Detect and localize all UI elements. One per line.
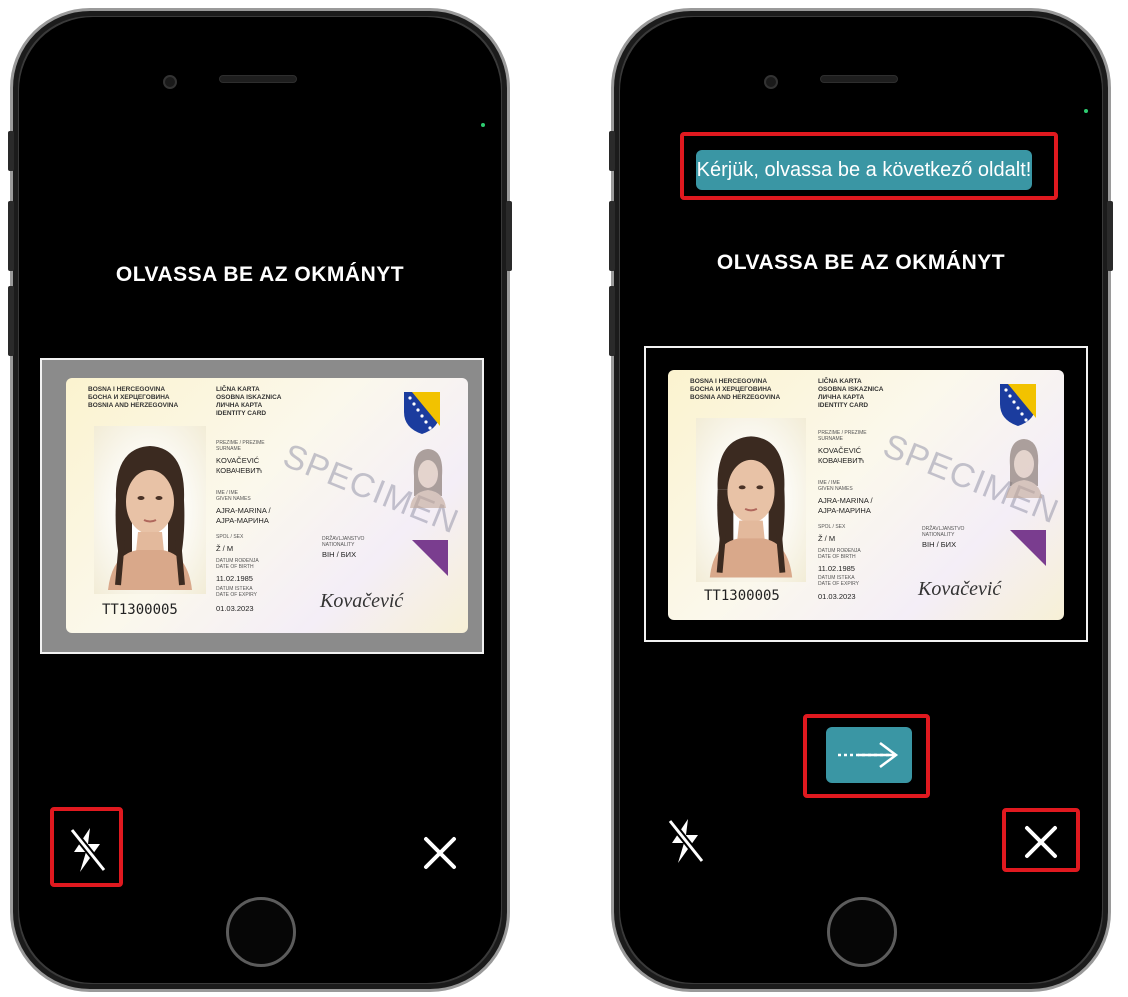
coat-of-arms-icon	[1000, 384, 1036, 426]
nationality-value: BIH / БИХ	[922, 540, 957, 549]
front-camera	[764, 75, 778, 89]
birth-date-label: DATUM ROĐENJA DATE OF BIRTH	[818, 548, 861, 560]
close-icon[interactable]	[423, 836, 457, 870]
phone-mockup-right: Kérjük, olvassa be a következő oldalt! O…	[609, 8, 1113, 992]
status-indicator	[481, 123, 485, 127]
ghost-portrait	[1006, 439, 1042, 498]
document-number: TT1300005	[102, 602, 178, 618]
volume-up-button	[8, 201, 14, 271]
nationality-label: DRŽAVLJANSTVO NATIONALITY	[322, 536, 365, 548]
coat-of-arms-icon	[404, 392, 440, 434]
mute-switch	[8, 131, 14, 171]
surname-value: KOVAČEVIĆ КОВАЧЕВИЋ	[216, 456, 263, 475]
id-card: BOSNA I HERCEGOVINA БОСНА И ХЕРЦЕГОВИНА …	[66, 378, 468, 633]
birth-date-label: DATUM ROĐENJA DATE OF BIRTH	[216, 558, 259, 570]
notice-highlight	[680, 132, 1058, 200]
id-card-header: LIČNA KARTA OSOBNA ISKAZNICA ЛИЧНА КАРТА…	[216, 386, 282, 417]
portrait-photo	[108, 446, 192, 590]
ghost-portrait	[410, 449, 446, 508]
given-names-label: IME / IME GIVEN NAMES	[818, 480, 853, 492]
id-card-header: LIČNA KARTA OSOBNA ISKAZNICA ЛИЧНА КАРТА…	[818, 378, 884, 409]
sex-value: Ž / M	[818, 534, 836, 543]
birth-date-value: 11.02.1985	[818, 564, 855, 573]
nationality-label: DRŽAVLJANSTVO NATIONALITY	[922, 526, 965, 538]
id-country-header: BOSNA I HERCEGOVINA БОСНА И ХЕРЦЕГОВИНА …	[88, 386, 179, 409]
earpiece-speaker	[820, 75, 898, 83]
phone-mockup-left: OLVASSA BE AZ OKMÁNYT BOSNA I HERCEGOVIN…	[8, 8, 512, 992]
surname-value: KOVAČEVIĆ КОВАЧЕВИЋ	[818, 446, 865, 465]
signature: Kovačević	[320, 590, 404, 612]
sex-value: Ž / M	[216, 544, 234, 553]
mute-switch	[609, 131, 615, 171]
close-button-highlight	[1002, 808, 1080, 872]
sex-label: SPOL / SEX	[818, 524, 846, 530]
surname-label: PREZIME / PREZIME SURNAME	[818, 430, 867, 442]
home-button	[226, 897, 296, 967]
sex-label: SPOL / SEX	[216, 534, 244, 540]
portrait-photo	[709, 436, 793, 578]
purple-triangle	[412, 540, 448, 576]
front-camera	[163, 75, 177, 89]
signature: Kovačević	[918, 578, 1002, 600]
nationality-value: BIH / БИХ	[322, 550, 357, 559]
expiry-date-value: 01.03.2023	[216, 604, 254, 613]
flash-off-icon[interactable]	[666, 817, 706, 865]
earpiece-speaker	[219, 75, 297, 83]
purple-triangle	[1010, 530, 1046, 566]
birth-date-value: 11.02.1985	[216, 574, 253, 583]
expiry-date-value: 01.03.2023	[818, 592, 856, 601]
given-names-value: AJRA-MARINA / АЈРА-МАРИНА	[216, 506, 271, 525]
id-card: BOSNA I HERCEGOVINA БОСНА И ХЕРЦЕГОВИНА …	[668, 370, 1064, 620]
volume-down-button	[8, 286, 14, 356]
flash-button-highlight	[50, 807, 123, 887]
scan-frame: BOSNA I HERCEGOVINA БОСНА И ХЕРЦЕГОВИНА …	[40, 358, 484, 654]
id-country-header: BOSNA I HERCEGOVINA БОСНА И ХЕРЦЕГОВИНА …	[690, 378, 781, 401]
expiry-date-label: DATUM ISTEKA DATE OF EXPIRY	[818, 575, 859, 587]
power-button	[506, 201, 512, 271]
home-button	[827, 897, 897, 967]
document-number: TT1300005	[704, 588, 780, 604]
page-title: OLVASSA BE AZ OKMÁNYT	[716, 251, 1006, 274]
given-names-value: AJRA-MARINA / АЈРА-МАРИНА	[818, 496, 873, 515]
next-button-highlight	[803, 714, 930, 798]
expiry-date-label: DATUM ISTEKA DATE OF EXPIRY	[216, 586, 257, 598]
scan-frame: BOSNA I HERCEGOVINA БОСНА И ХЕРЦЕГОВИНА …	[644, 346, 1088, 642]
surname-label: PREZIME / PREZIME SURNAME	[216, 440, 265, 452]
status-indicator	[1084, 109, 1088, 113]
volume-down-button	[609, 286, 615, 356]
page-title: OLVASSA BE AZ OKMÁNYT	[115, 263, 405, 286]
given-names-label: IME / IME GIVEN NAMES	[216, 490, 251, 502]
